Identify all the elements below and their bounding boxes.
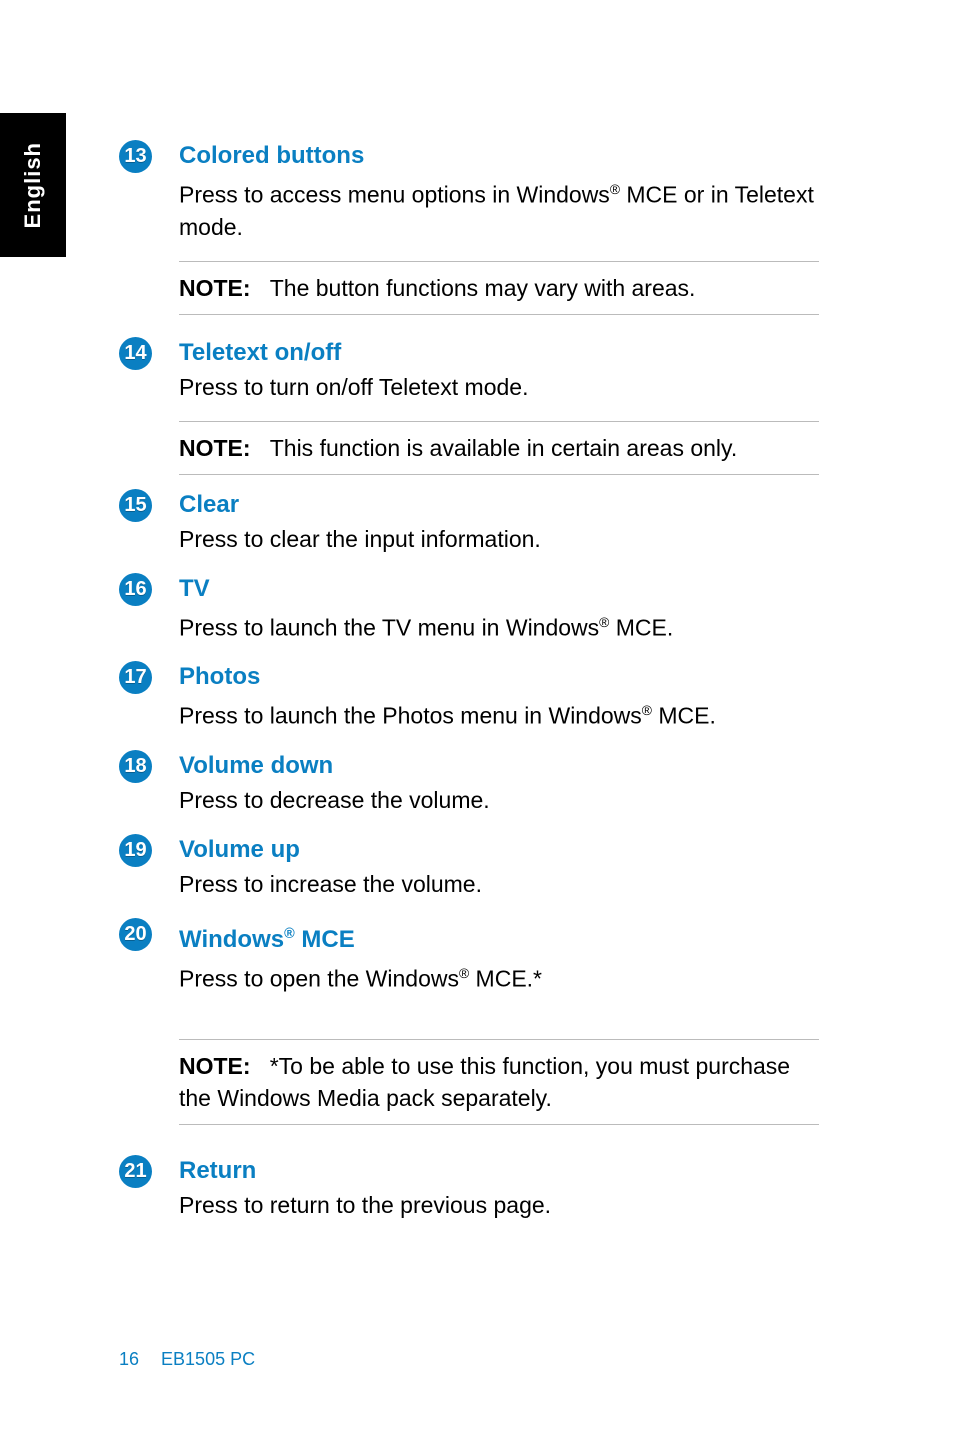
item-body: Colored buttons Press to access menu opt… <box>179 140 819 257</box>
note-text: *To be able to use this function, you mu… <box>179 1053 790 1111</box>
item-number-badge: 15 <box>119 489 152 522</box>
note-block: NOTE: *To be able to use this function, … <box>179 1039 819 1125</box>
language-tab-label: English <box>20 142 46 228</box>
item-desc: Press to clear the input information. <box>179 523 819 555</box>
item-body: Volume down Press to decrease the volume… <box>179 750 819 830</box>
item-body: Return Press to return to the previous p… <box>179 1155 819 1235</box>
model-name: EB1505 PC <box>161 1349 255 1369</box>
item-title: Clear <box>179 489 819 521</box>
item-desc: Press to open the Windows® MCE.* <box>179 958 819 995</box>
item-number-badge: 17 <box>119 661 152 694</box>
item-desc: Press to turn on/off Teletext mode. <box>179 371 819 403</box>
note-block: NOTE: This function is available in cert… <box>179 421 819 475</box>
item-16: 16 TV Press to launch the TV menu in Win… <box>119 573 819 658</box>
item-body: Photos Press to launch the Photos menu i… <box>179 661 819 746</box>
item-desc: Press to return to the previous page. <box>179 1189 819 1221</box>
item-title: Volume up <box>179 834 819 866</box>
item-body: Volume up Press to increase the volume. <box>179 834 819 914</box>
item-18: 18 Volume down Press to decrease the vol… <box>119 750 819 830</box>
item-14: 14 Teletext on/off Press to turn on/off … <box>119 337 819 417</box>
item-number-badge: 13 <box>119 140 152 173</box>
item-desc: Press to decrease the volume. <box>179 784 819 816</box>
item-number-badge: 20 <box>119 918 152 951</box>
item-21: 21 Return Press to return to the previou… <box>119 1155 819 1235</box>
item-number-badge: 16 <box>119 573 152 606</box>
item-body: TV Press to launch the TV menu in Window… <box>179 573 819 658</box>
item-17: 17 Photos Press to launch the Photos men… <box>119 661 819 746</box>
item-20: 20 Windows® MCE Press to open the Window… <box>119 918 819 1009</box>
item-desc: Press to access menu options in Windows®… <box>179 174 819 243</box>
item-title: Photos <box>179 661 819 693</box>
item-number-badge: 19 <box>119 834 152 867</box>
item-15: 15 Clear Press to clear the input inform… <box>119 489 819 569</box>
item-title: TV <box>179 573 819 605</box>
item-number-badge: 14 <box>119 337 152 370</box>
note-label: NOTE: <box>179 1053 251 1079</box>
language-tab: English <box>0 113 66 257</box>
page-content: 13 Colored buttons Press to access menu … <box>119 140 819 1239</box>
item-19: 19 Volume up Press to increase the volum… <box>119 834 819 914</box>
item-desc: Press to increase the volume. <box>179 868 819 900</box>
item-title: Windows® MCE <box>179 918 819 956</box>
item-body: Teletext on/off Press to turn on/off Tel… <box>179 337 819 417</box>
item-title: Colored buttons <box>179 140 819 172</box>
page-number: 16 <box>119 1349 139 1369</box>
note-label: NOTE: <box>179 275 251 301</box>
item-number-badge: 18 <box>119 750 152 783</box>
note-label: NOTE: <box>179 435 251 461</box>
item-title: Return <box>179 1155 819 1187</box>
item-title: Volume down <box>179 750 819 782</box>
item-13: 13 Colored buttons Press to access menu … <box>119 140 819 257</box>
item-desc: Press to launch the Photos menu in Windo… <box>179 695 819 732</box>
note-text: This function is available in certain ar… <box>270 435 737 461</box>
note-block: NOTE: The button functions may vary with… <box>179 261 819 315</box>
item-body: Windows® MCE Press to open the Windows® … <box>179 918 819 1009</box>
page-footer: 16 EB1505 PC <box>119 1349 255 1370</box>
note-text: The button functions may vary with areas… <box>270 275 696 301</box>
item-body: Clear Press to clear the input informati… <box>179 489 819 569</box>
item-desc: Press to launch the TV menu in Windows® … <box>179 607 819 644</box>
item-title: Teletext on/off <box>179 337 819 369</box>
item-number-badge: 21 <box>119 1155 152 1188</box>
